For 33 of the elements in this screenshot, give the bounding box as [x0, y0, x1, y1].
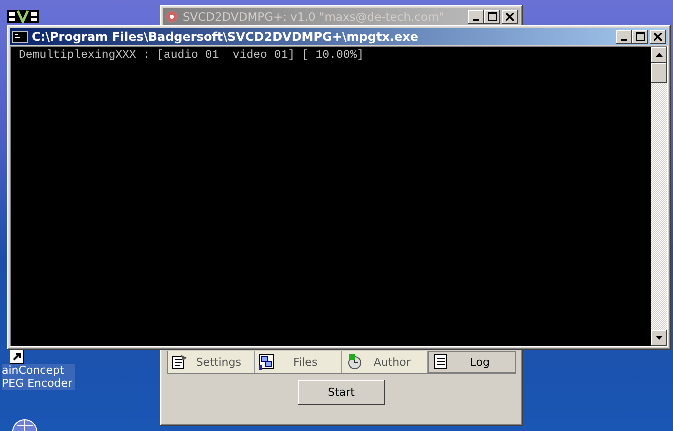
- desktop-icon-label[interactable]: ainConcept PEG Encoder: [2, 364, 75, 390]
- tab[interactable]: Files: [254, 351, 342, 373]
- tab[interactable]: Log: [428, 351, 515, 373]
- window-title: C:\Program Files\Badgersoft\SVCD2DVDMPG+\mpgtx.exe: [32, 30, 420, 44]
- minimize-button[interactable]: [468, 10, 484, 24]
- minimize-icon: [621, 38, 627, 40]
- close-button[interactable]: [502, 10, 518, 24]
- maximize-icon: [636, 32, 644, 41]
- scroll-down-button[interactable]: [651, 330, 667, 346]
- close-icon: [654, 32, 662, 40]
- globe-icon: [12, 418, 38, 431]
- window-title: SVCD2DVDMPG+: v1.0 "maxs@de-tech.com": [183, 10, 446, 24]
- scrollbar[interactable]: [651, 47, 667, 346]
- maximize-button[interactable]: [484, 10, 500, 24]
- start-button[interactable]: Start: [298, 380, 385, 405]
- console-line: DemultiplexingXXX : [audio 01 video 01] [ 10.00%]: [19, 49, 366, 62]
- up-arrow-icon: [656, 53, 662, 57]
- log-icon: [433, 354, 450, 370]
- files-icon: [258, 354, 275, 370]
- maximize-icon: [488, 12, 496, 21]
- author-icon: [346, 354, 362, 370]
- minimize-icon: [473, 18, 479, 20]
- down-arrow-icon: [656, 336, 662, 340]
- minimize-button[interactable]: [616, 30, 632, 44]
- settings-icon: [172, 354, 188, 370]
- scroll-thumb[interactable]: [651, 63, 667, 83]
- tab[interactable]: Settings: [168, 351, 255, 373]
- close-button[interactable]: [650, 30, 666, 44]
- app-logo-icon: [7, 10, 39, 23]
- maximize-button[interactable]: [632, 30, 648, 44]
- console-icon: [12, 30, 28, 42]
- scroll-up-button[interactable]: [651, 47, 667, 63]
- close-icon: [506, 12, 514, 20]
